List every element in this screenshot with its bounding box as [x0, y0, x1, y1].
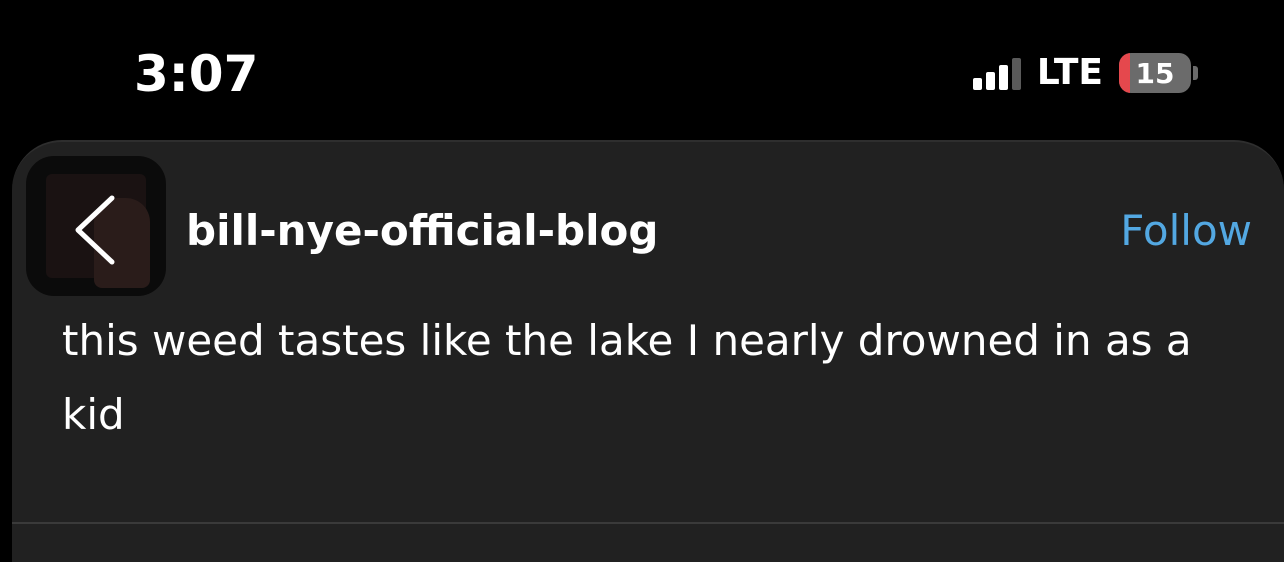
status-time: 3:07: [134, 45, 259, 103]
divider: [12, 522, 1284, 524]
signal-bar: [972, 78, 982, 90]
follow-button[interactable]: Follow: [1120, 204, 1252, 258]
post-card: bill-nye-official-blog Follow this weed …: [12, 140, 1284, 562]
status-bar: 3:07 LTE 15: [0, 0, 1284, 140]
signal-icon: [972, 56, 1025, 90]
battery-icon: 15: [1119, 53, 1191, 93]
status-indicators: LTE 15: [972, 52, 1198, 94]
blog-name[interactable]: bill-nye-official-blog: [186, 204, 658, 258]
battery-fill: [1119, 53, 1130, 93]
network-type: LTE: [1036, 52, 1103, 93]
battery-nub: [1193, 66, 1198, 80]
battery-level: 15: [1135, 56, 1175, 90]
signal-bar: [998, 65, 1008, 90]
signal-bar: [985, 72, 995, 90]
avatar[interactable]: [26, 156, 166, 296]
signal-bar: [1011, 58, 1021, 90]
chevron-left-icon[interactable]: [66, 192, 126, 268]
post-text: this weed tastes like the lake I nearly …: [62, 316, 1192, 439]
